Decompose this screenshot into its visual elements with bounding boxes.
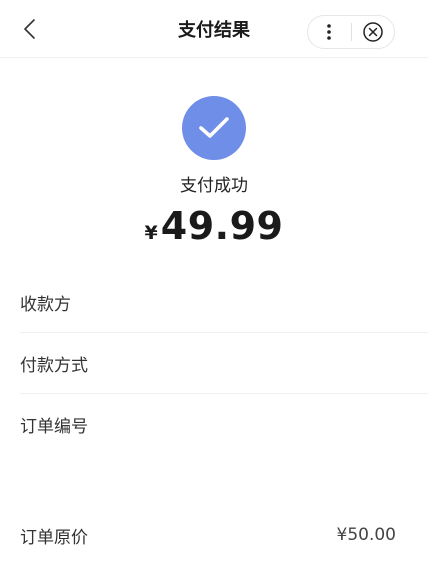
detail-label: 订单编号 — [20, 417, 88, 437]
detail-row-payee: 收款方 — [20, 272, 428, 333]
close-circle-icon — [362, 22, 383, 42]
amount-value: 49.99 — [160, 204, 284, 248]
more-vertical-icon — [327, 24, 332, 40]
original-price-value: ¥50.00 — [336, 525, 396, 545]
detail-row-order-number: 订单编号 — [20, 394, 428, 455]
navigation-bar: 支付结果 — [0, 0, 428, 58]
close-button[interactable] — [351, 16, 394, 48]
mini-program-capsule — [307, 15, 395, 49]
detail-label: 收款方 — [20, 294, 71, 315]
order-details: 收款方 付款方式 订单编号 订单原价 ¥50.00 — [0, 272, 428, 563]
payment-status: 支付成功 — [180, 176, 248, 196]
original-price-label: 订单原价 — [20, 527, 88, 548]
payment-amount: ¥ 49.99 — [0, 204, 428, 248]
payment-result: 支付成功 ¥ 49.99 — [0, 96, 428, 248]
checkmark-icon — [199, 117, 229, 138]
detail-row-original-price: 订单原价 ¥50.00 — [20, 507, 428, 563]
success-badge — [182, 96, 246, 160]
detail-label: 付款方式 — [20, 355, 88, 376]
more-button[interactable] — [308, 16, 351, 48]
currency-symbol: ¥ — [144, 222, 158, 244]
detail-row-payment-method: 付款方式 — [20, 333, 428, 394]
